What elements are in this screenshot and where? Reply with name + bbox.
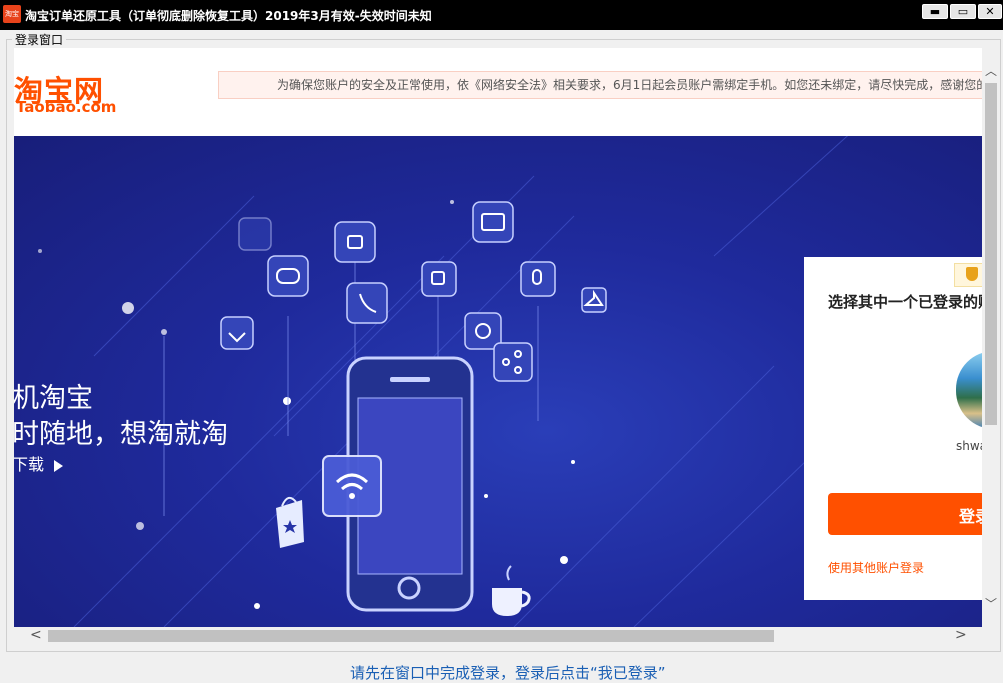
mic-tile [520, 261, 556, 297]
login-hint: 请先在窗口中完成登录，登录后点击“我已登录” [350, 664, 666, 682]
play-arrow-icon [54, 459, 64, 472]
lock-tile [421, 261, 457, 297]
security-notice: 为确保您账户的安全及正常使用，依《网络安全法》相关要求，6月1日起会员账户需绑定… [218, 71, 982, 99]
taobao-logo-domain[interactable]: Taobao.com [16, 98, 116, 116]
promo-banner: 机淘宝 时随地，想淘就淘 下载 选择其中一个已登录的账户 shwa 登录 使用其… [14, 136, 982, 627]
download-link[interactable]: 下载 [14, 451, 64, 475]
title-bar: 淘宝 淘宝订单还原工具（订单彻底删除恢复工具）2019年3月有效-失效时间未知 … [0, 0, 1003, 30]
close-button[interactable]: ✕ [978, 4, 1002, 19]
heart-tile [220, 316, 254, 350]
close-icon: ✕ [985, 5, 995, 18]
maximize-icon: ▭ [957, 5, 969, 18]
shield-icon [966, 267, 978, 281]
minimize-icon: ▬ [929, 5, 941, 18]
download-link-label: 下载 [14, 455, 45, 474]
login-button[interactable]: 登录 [828, 493, 982, 535]
scroll-up-icon[interactable]: ︿ [985, 65, 997, 77]
scroll-right-icon[interactable]: > [955, 628, 967, 642]
window-title: 淘宝订单还原工具（订单彻底删除恢复工具）2019年3月有效-失效时间未知 [25, 9, 432, 23]
location-tile [238, 217, 272, 251]
login-button-label: 登录 [959, 507, 982, 526]
app-icon: 淘宝 [3, 5, 21, 23]
headline-line2: 时随地，想淘就淘 [14, 419, 228, 450]
share-tile [493, 342, 533, 382]
login-card-title: 选择其中一个已登录的账户 [828, 293, 982, 311]
horizontal-scrollbar[interactable]: < > [14, 627, 982, 645]
coffee-cup-icon [492, 565, 531, 616]
phone-tile [346, 282, 388, 324]
security-badge[interactable] [954, 263, 982, 287]
maximize-button[interactable]: ▭ [950, 4, 976, 19]
headline-line1: 机淘宝 [14, 383, 93, 414]
game-tile [267, 255, 309, 297]
tv-tile [472, 201, 514, 243]
minimize-button[interactable]: ▬ [922, 4, 948, 19]
vertical-scroll-thumb[interactable] [985, 83, 997, 425]
embedded-browser[interactable]: 淘宝网 Taobao.com 为确保您账户的安全及正常使用，依《网络安全法》相关… [14, 48, 982, 627]
account-username[interactable]: shwa [956, 439, 982, 453]
other-account-login-link[interactable]: 使用其他账户登录 [828, 559, 924, 576]
scroll-left-icon[interactable]: < [30, 628, 42, 642]
scroll-down-icon[interactable]: ﹀ [985, 598, 997, 610]
page-header: 淘宝网 Taobao.com 为确保您账户的安全及正常使用，依《网络安全法》相关… [14, 48, 982, 136]
groupbox-label: 登录窗口 [12, 31, 67, 48]
vertical-scrollbar[interactable]: ︿ ﹀ [982, 60, 1000, 615]
account-avatar[interactable] [956, 351, 982, 429]
wifi-tile [322, 455, 382, 517]
app-tiles [220, 201, 607, 382]
horizontal-scroll-thumb[interactable] [48, 630, 774, 642]
at-tile [464, 312, 502, 350]
shopping-bag-icon [276, 496, 304, 548]
bag-tile [334, 221, 376, 263]
login-card: 选择其中一个已登录的账户 shwa 登录 使用其他账户登录 [804, 257, 982, 600]
